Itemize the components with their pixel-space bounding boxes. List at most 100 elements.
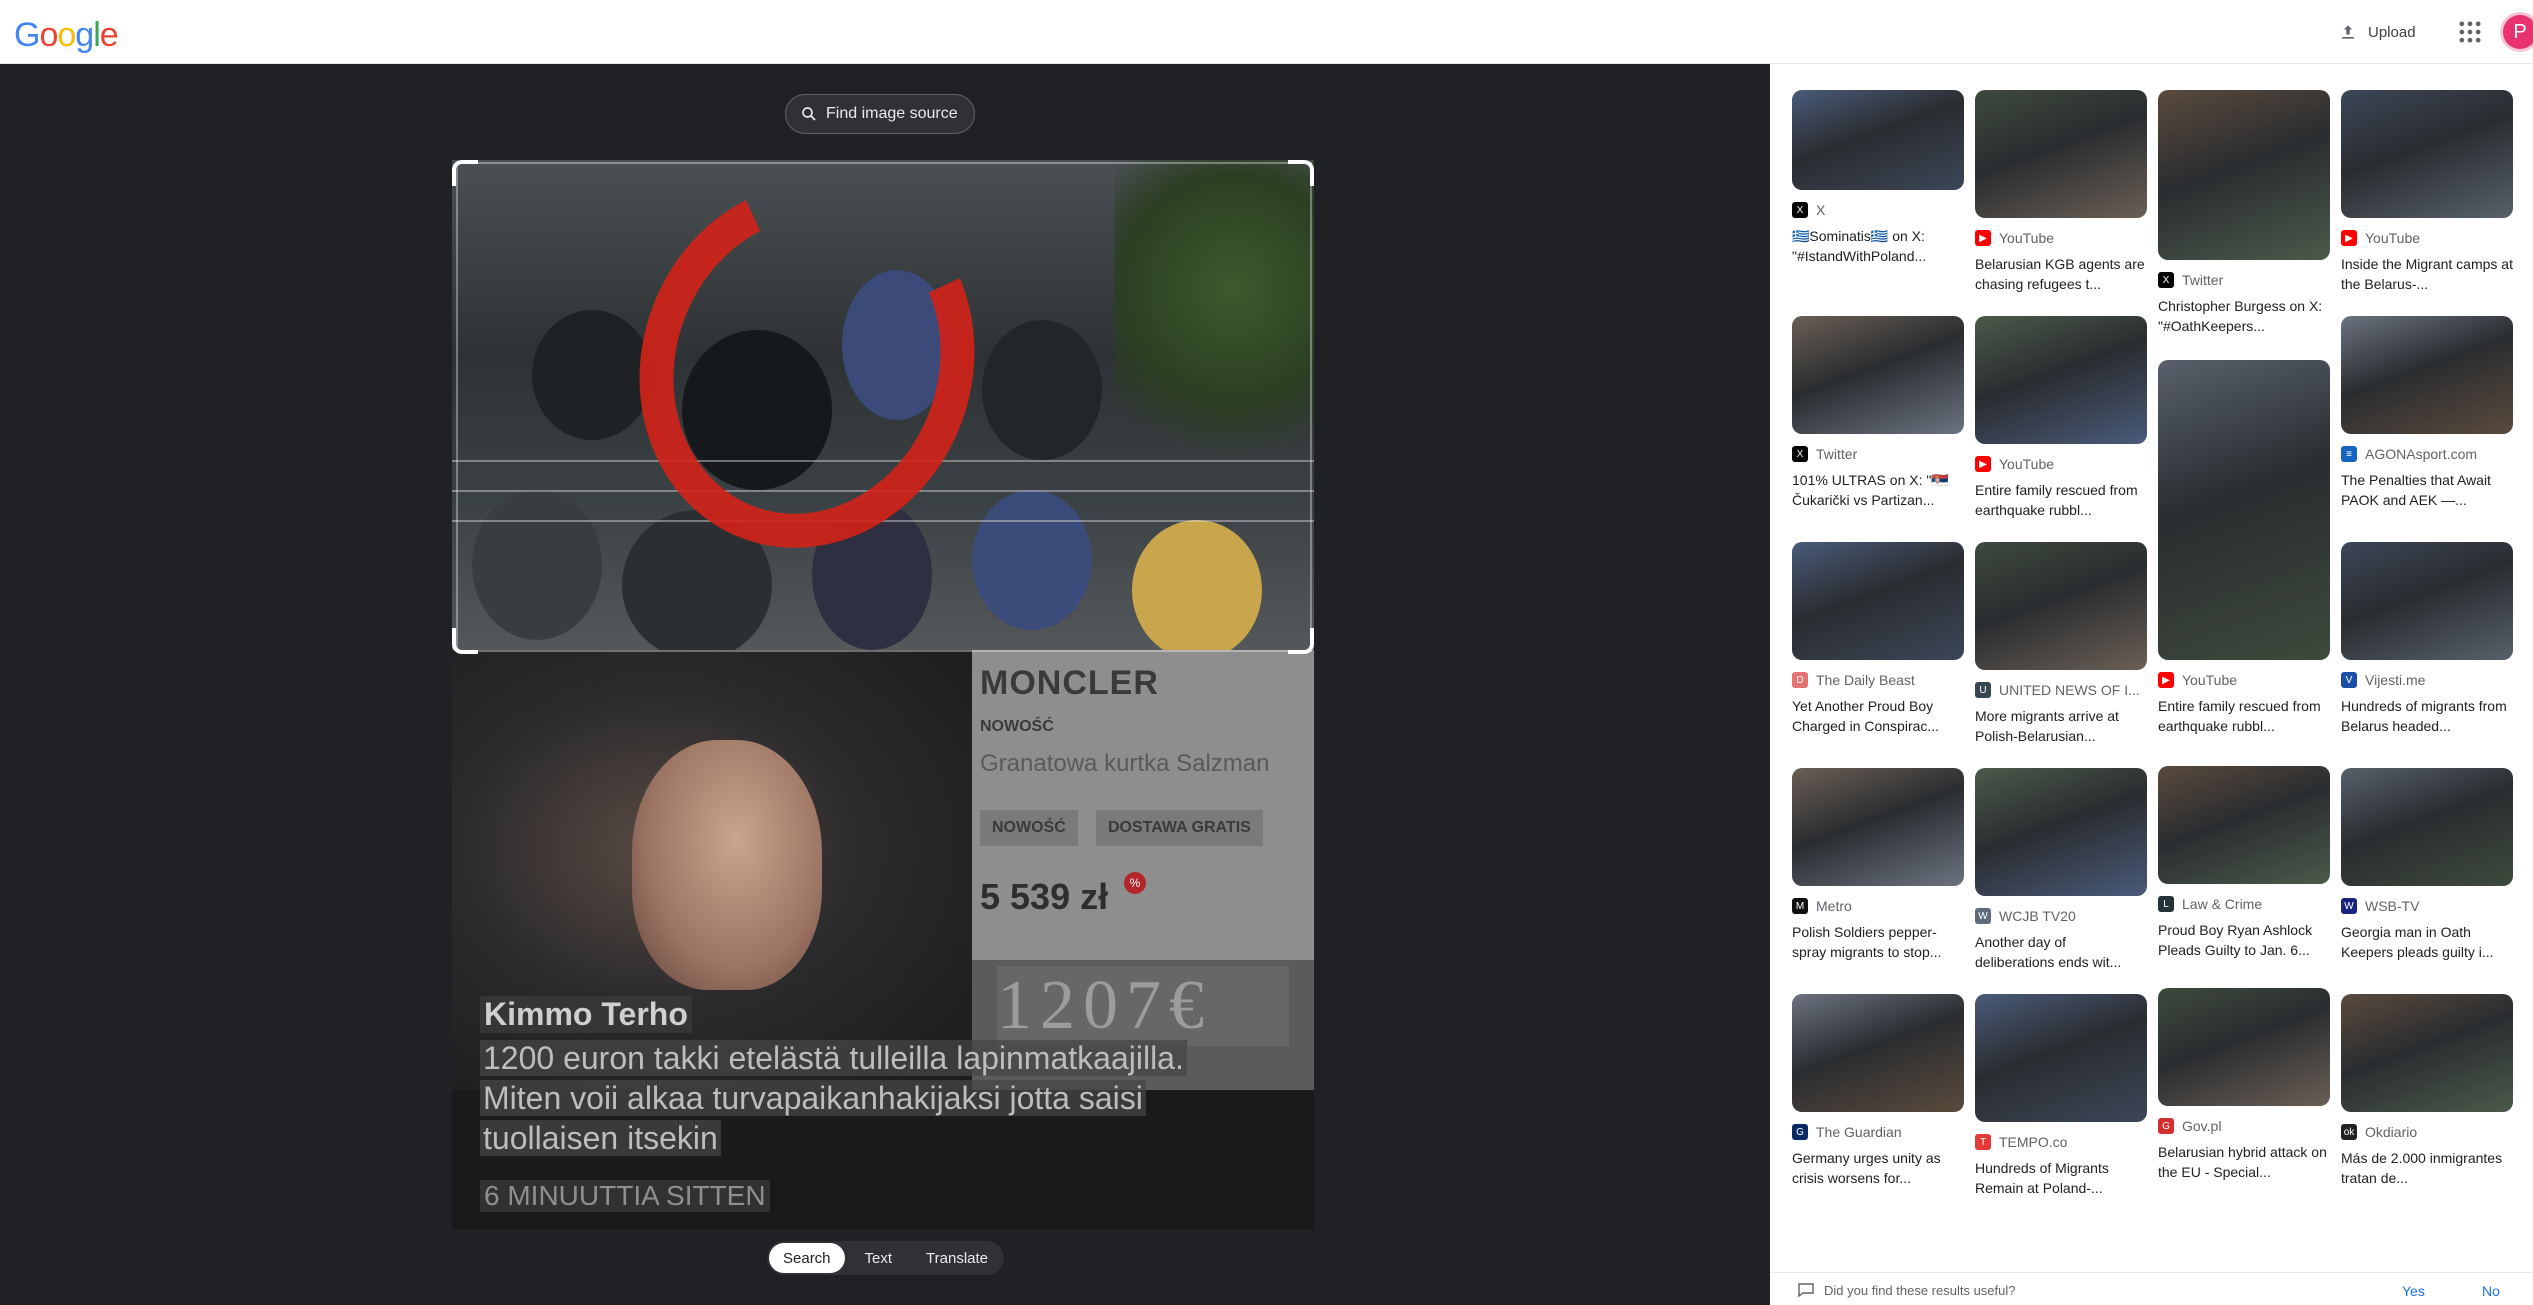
result-title[interactable]: Entire family rescued from earthquake ru… [2158, 696, 2330, 736]
google-logo[interactable]: Google [14, 16, 119, 55]
result-title[interactable]: Polish Soldiers pepper-spray migrants to… [1792, 922, 1964, 962]
crop-handle-top-right[interactable] [1288, 160, 1314, 186]
site-favicon-icon: X [1792, 446, 1808, 462]
find-image-source-button[interactable]: Find image source [785, 94, 975, 134]
visual-match-result[interactable]: ▶ YouTube Belarusian KGB agents are chasin… [1975, 90, 2147, 294]
visual-match-result[interactable]: X Twitter Christopher Burgess on X: "#Oath… [2158, 90, 2330, 336]
result-title[interactable]: 🇬🇷Sominatis🇬🇷 on X: "#IstandWithPoland..… [1792, 226, 1964, 266]
result-thumbnail[interactable] [2158, 988, 2330, 1106]
post-text-line: Miten voii alkaa turvapaikanhakijaksi jo… [480, 1080, 1146, 1116]
result-title[interactable]: Georgia man in Oath Keepers pleads guilt… [2341, 922, 2513, 962]
result-source: W WSB-TV [2341, 896, 2513, 916]
upload-button[interactable]: Upload [2328, 14, 2426, 50]
site-favicon-icon: ▶ [2158, 672, 2174, 688]
result-thumbnail[interactable] [1792, 542, 1964, 660]
result-source-name: WCJB TV20 [1999, 908, 2076, 924]
top-bar: Google Upload P [0, 0, 2533, 64]
visual-match-result[interactable]: W WSB-TV Georgia man in Oath Keepers plead… [2341, 768, 2513, 962]
result-title[interactable]: Hundreds of migrants from Belarus headed… [2341, 696, 2513, 736]
result-title[interactable]: Belarusian hybrid attack on the EU - Spe… [2158, 1142, 2330, 1182]
logo-letter: g [75, 16, 94, 54]
result-title[interactable]: More migrants arrive at Polish-Belarusia… [1975, 706, 2147, 746]
visual-match-result[interactable]: ok Okdiario Más de 2.000 inmigrantes trata… [2341, 994, 2513, 1188]
feedback-no-button[interactable]: No [2482, 1283, 2500, 1299]
visual-match-result[interactable]: U UNITED NEWS OF I... More migrants arrive… [1975, 542, 2147, 746]
result-thumbnail[interactable] [1792, 316, 1964, 434]
result-title[interactable]: Germany urges unity as crisis worsens fo… [1792, 1148, 1964, 1188]
visual-match-result[interactable]: ≡ AGONAsport.com The Penalties that Await … [2341, 316, 2513, 510]
account-avatar[interactable]: P [2500, 12, 2533, 52]
result-thumbnail[interactable] [2341, 994, 2513, 1112]
result-source: W WCJB TV20 [1975, 906, 2147, 926]
visual-match-result[interactable]: T TEMPO.co Hundreds of Migrants Remain at … [1975, 994, 2147, 1198]
result-thumbnail[interactable] [1975, 768, 2147, 896]
visual-match-result[interactable]: ▶ YouTube Inside the Migrant camps at the … [2341, 90, 2513, 294]
result-title[interactable]: Inside the Migrant camps at the Belarus-… [2341, 254, 2513, 294]
result-source-name: AGONAsport.com [2365, 446, 2478, 462]
euro-price-overlay: 1207€ [997, 966, 1289, 1046]
result-source: ok Okdiario [2341, 1122, 2513, 1142]
result-thumbnail[interactable] [1792, 994, 1964, 1112]
visual-match-result[interactable]: X Twitter 101% ULTRAS on X: "🇷🇸 Čukarički … [1792, 316, 1964, 510]
site-favicon-icon: D [1792, 672, 1808, 688]
visual-match-result[interactable]: G The Guardian Germany urges unity as cris… [1792, 994, 1964, 1188]
result-thumbnail[interactable] [2341, 316, 2513, 434]
result-title[interactable]: Hundreds of Migrants Remain at Poland-..… [1975, 1158, 2147, 1198]
result-title[interactable]: Christopher Burgess on X: "#OathKeepers.… [2158, 296, 2330, 336]
visual-match-result[interactable]: W WCJB TV20 Another day of deliberations e… [1975, 768, 2147, 972]
result-thumbnail[interactable] [1792, 768, 1964, 886]
visual-match-result[interactable]: L Law & Crime Proud Boy Ryan Ashlock Plead… [2158, 766, 2330, 960]
result-title[interactable]: Yet Another Proud Boy Charged in Conspir… [1792, 696, 1964, 736]
visual-match-result[interactable]: V Vijesti.me Hundreds of migrants from Bel… [2341, 542, 2513, 736]
tab-translate[interactable]: Translate [912, 1243, 1002, 1273]
selection-box[interactable] [456, 162, 1312, 652]
visual-match-result[interactable]: D The Daily Beast Yet Another Proud Boy Ch… [1792, 542, 1964, 736]
result-source-name: Vijesti.me [2365, 672, 2426, 688]
tab-text[interactable]: Text [851, 1243, 907, 1273]
result-title[interactable]: The Penalties that Await PAOK and AEK —.… [2341, 470, 2513, 510]
result-thumbnail[interactable] [1975, 994, 2147, 1122]
result-thumbnail[interactable] [1975, 542, 2147, 670]
visual-match-result[interactable]: G Gov.pl Belarusian hybrid attack on the E… [2158, 988, 2330, 1182]
lens-image-pane: Find image source MONCLER NOWOŚĆ Granato… [0, 64, 1770, 1305]
result-source-name: The Daily Beast [1816, 672, 1915, 688]
crop-handle-bottom-right[interactable] [1288, 628, 1314, 654]
site-favicon-icon: ▶ [1975, 230, 1991, 246]
result-thumbnail[interactable] [2158, 90, 2330, 260]
post-text-line: tuollaisen itsekin [480, 1120, 721, 1156]
result-thumbnail[interactable] [2158, 766, 2330, 884]
site-favicon-icon: ≡ [2341, 446, 2357, 462]
result-thumbnail[interactable] [2158, 360, 2330, 660]
result-thumbnail[interactable] [1975, 90, 2147, 218]
result-source: L Law & Crime [2158, 894, 2330, 914]
result-title[interactable]: Entire family rescued from earthquake ru… [1975, 480, 2147, 520]
ad-price: 5 539 zł [980, 876, 1109, 917]
visual-match-result[interactable]: ▶ YouTube Entire family rescued from earth… [2158, 360, 2330, 736]
result-thumbnail[interactable] [2341, 768, 2513, 886]
post-time: 6 MINUUTTIA SITTEN [480, 1180, 770, 1212]
result-thumbnail[interactable] [2341, 90, 2513, 218]
result-thumbnail[interactable] [1792, 90, 1964, 190]
crop-handle-top-left[interactable] [452, 160, 478, 186]
result-thumbnail[interactable] [2341, 542, 2513, 660]
ad-tag-free-delivery: DOSTAWA GRATIS [1096, 810, 1263, 846]
result-thumbnail[interactable] [1975, 316, 2147, 444]
result-source-name: Twitter [2182, 272, 2224, 288]
result-source: XX [1792, 200, 1964, 220]
result-title[interactable]: Belarusian KGB agents are chasing refuge… [1975, 254, 2147, 294]
result-title[interactable]: Proud Boy Ryan Ashlock Pleads Guilty to … [2158, 920, 2330, 960]
visual-match-result[interactable]: X X 🇬🇷Sominatis🇬🇷 on X: "#IstandWithPoland… [1792, 90, 1964, 266]
lens-mode-tabs: Search Text Translate [767, 1241, 1005, 1275]
site-favicon-icon: U [1975, 682, 1991, 698]
visual-match-result[interactable]: ▶ YouTube Entire family rescued from earth… [1975, 316, 2147, 520]
result-title[interactable]: Más de 2.000 inmigrantes tratan de... [2341, 1148, 2513, 1188]
crop-handle-bottom-left[interactable] [452, 628, 478, 654]
result-title[interactable]: Another day of deliberations ends wit... [1975, 932, 2147, 972]
result-source-name: Law & Crime [2182, 896, 2263, 912]
google-apps-icon[interactable] [2456, 18, 2484, 46]
tab-search[interactable]: Search [769, 1243, 845, 1273]
site-favicon-icon: G [2158, 1118, 2174, 1134]
visual-match-result[interactable]: M Metro Polish Soldiers pepper-spray migra… [1792, 768, 1964, 962]
result-title[interactable]: 101% ULTRAS on X: "🇷🇸 Čukarički vs Parti… [1792, 470, 1964, 510]
feedback-yes-button[interactable]: Yes [2402, 1283, 2425, 1299]
